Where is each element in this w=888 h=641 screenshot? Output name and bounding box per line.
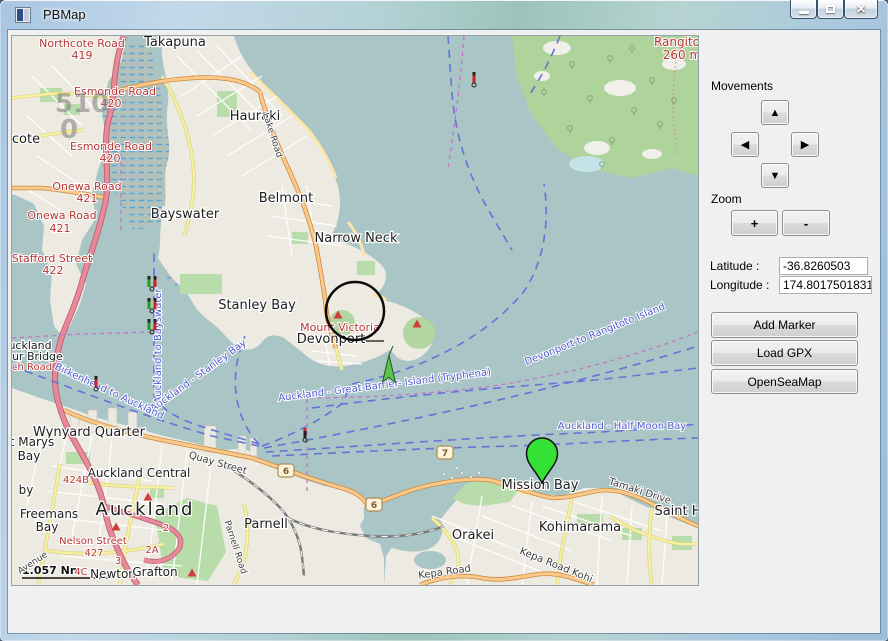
window-title: PBMap bbox=[43, 7, 86, 22]
map-label: ch Road bbox=[12, 362, 52, 373]
buoy-icon bbox=[473, 72, 476, 76]
map-label: 3 bbox=[115, 556, 121, 567]
map-label: t Marys bbox=[12, 435, 54, 449]
buoy-icon bbox=[95, 376, 98, 380]
move-left-button[interactable]: ◀ bbox=[731, 132, 759, 157]
longitude-input[interactable] bbox=[779, 276, 872, 294]
caption-buttons: ✕ bbox=[790, 0, 878, 19]
app-icon bbox=[15, 7, 31, 23]
map-label: Auckland bbox=[96, 499, 195, 520]
up-arrow-icon: ▲ bbox=[770, 107, 781, 119]
movements-label: Movements bbox=[711, 79, 773, 93]
load-gpx-button[interactable]: Load GPX bbox=[711, 340, 858, 366]
right-arrow-icon: ▶ bbox=[801, 138, 809, 151]
map-label: 420 bbox=[100, 152, 121, 165]
load-gpx-label: Load GPX bbox=[757, 346, 812, 360]
maximize-icon bbox=[826, 5, 835, 13]
left-arrow-icon: ◀ bbox=[741, 138, 749, 151]
map-label: Narrow Neck bbox=[315, 231, 398, 246]
map-label: Auckland - Half Moon Bay bbox=[558, 421, 687, 432]
map-label: Bayswater bbox=[151, 207, 220, 222]
map-label: by bbox=[19, 483, 34, 497]
buoy-icon bbox=[304, 428, 307, 431]
move-down-button[interactable]: ▼ bbox=[761, 163, 789, 188]
openseamap-label: OpenSeaMap bbox=[747, 375, 821, 389]
route-shield-label: 7 bbox=[442, 449, 448, 459]
minus-icon: - bbox=[804, 216, 808, 231]
down-arrow-icon: ▼ bbox=[770, 170, 781, 182]
map-label: Orakei bbox=[452, 528, 494, 543]
map-label: 4C bbox=[74, 567, 87, 578]
zoom-label: Zoom bbox=[711, 192, 742, 206]
latitude-label: Latitude : bbox=[710, 259, 759, 273]
map-label: Nelson Street bbox=[59, 536, 127, 547]
buoy-icon bbox=[154, 319, 157, 323]
move-right-button[interactable]: ▶ bbox=[791, 132, 819, 157]
map-label: Freemans bbox=[20, 507, 78, 521]
client-area: 1.057 Nm TakapunaHaurakicoteBayswaterBel… bbox=[8, 30, 880, 633]
minimize-button[interactable] bbox=[790, 0, 817, 19]
map-label: Newton bbox=[90, 567, 136, 581]
route-shield-label: 6 bbox=[371, 501, 377, 511]
titlebar[interactable]: PBMap ✕ bbox=[0, 0, 888, 30]
map-label: Bay bbox=[36, 520, 59, 534]
plus-icon: + bbox=[751, 216, 759, 231]
buoy-icon bbox=[148, 319, 151, 323]
map-label: 260 m bbox=[663, 48, 698, 62]
map-label: 424B bbox=[63, 475, 89, 486]
map-label: Parnell bbox=[244, 517, 288, 532]
map-canvas[interactable]: 1.057 Nm TakapunaHaurakicoteBayswaterBel… bbox=[12, 36, 698, 585]
close-icon: ✕ bbox=[856, 3, 866, 15]
map-label: Takapuna bbox=[143, 36, 206, 50]
minimize-icon bbox=[799, 11, 809, 14]
latitude-input[interactable] bbox=[779, 257, 868, 275]
openseamap-button[interactable]: OpenSeaMap bbox=[711, 369, 858, 394]
map-label: Mount Victoria bbox=[300, 321, 380, 334]
map-label: Auckland Central bbox=[88, 466, 191, 480]
map-label: 2A bbox=[145, 545, 158, 556]
buoy-icon bbox=[148, 298, 151, 302]
map-label: 427 bbox=[84, 548, 103, 559]
map-label: Kohimarama bbox=[539, 520, 621, 535]
add-marker-label: Add Marker bbox=[753, 318, 815, 332]
map-label: Belmont bbox=[259, 191, 313, 206]
map-label: 421 bbox=[50, 222, 71, 235]
map-label: Bay bbox=[18, 449, 41, 463]
map-label: 422 bbox=[43, 264, 64, 277]
map-label: cote bbox=[12, 132, 40, 147]
map-label: Grafton bbox=[132, 565, 177, 579]
map-label: Onewa Road bbox=[27, 209, 96, 222]
app-window: PBMap ✕ bbox=[0, 0, 888, 641]
zoom-in-button[interactable]: + bbox=[731, 210, 778, 236]
map-label: 419 bbox=[72, 49, 93, 62]
route-shield-label: 6 bbox=[283, 467, 289, 477]
map-label: Stanley Bay bbox=[218, 298, 296, 313]
map-label: Saint He bbox=[654, 504, 698, 519]
map-label: 0 bbox=[60, 115, 78, 145]
longitude-label: Longitude : bbox=[710, 278, 769, 292]
map-label: 421 bbox=[77, 192, 98, 205]
map-label: 2 bbox=[163, 523, 169, 534]
move-up-button[interactable]: ▲ bbox=[761, 100, 789, 125]
add-marker-button[interactable]: Add Marker bbox=[711, 312, 858, 338]
buoy-icon bbox=[154, 298, 157, 302]
zoom-out-button[interactable]: - bbox=[782, 210, 830, 236]
buoy-icon bbox=[148, 276, 151, 280]
maximize-button[interactable] bbox=[817, 0, 844, 19]
close-button[interactable]: ✕ bbox=[844, 0, 878, 19]
buoy-icon bbox=[154, 276, 157, 280]
